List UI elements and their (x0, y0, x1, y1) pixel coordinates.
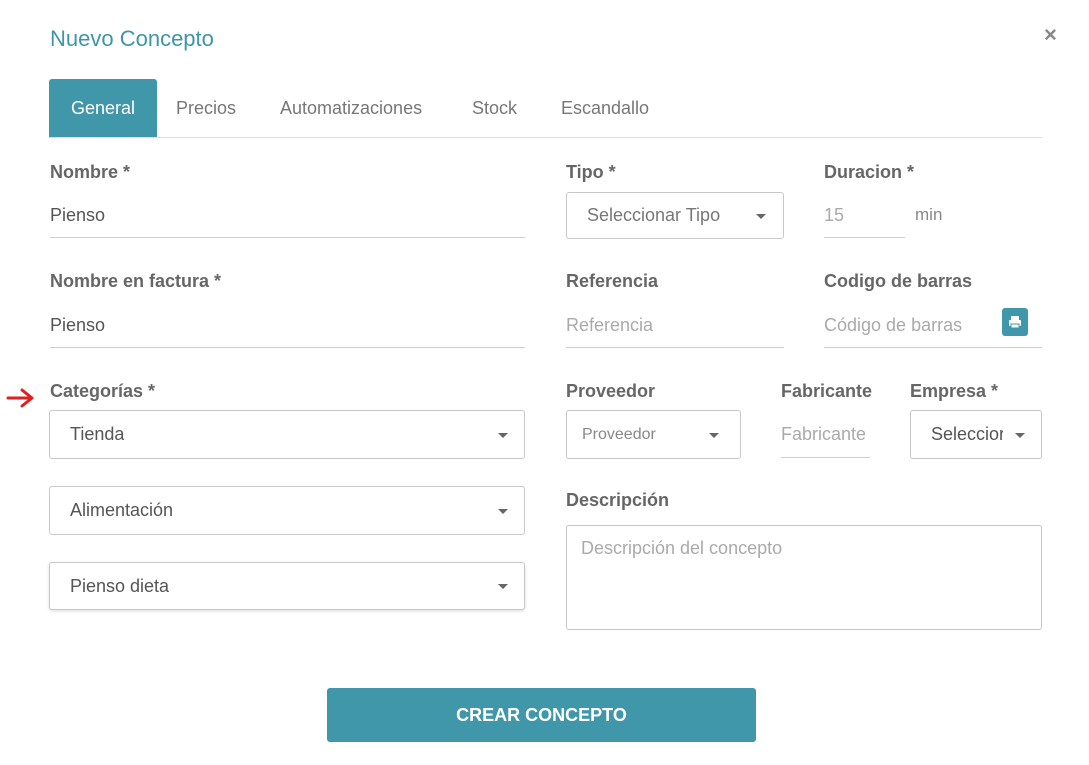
crear-concepto-button[interactable]: CREAR CONCEPTO (327, 688, 756, 742)
categoria-select-1-value: Tienda (70, 424, 125, 444)
empresa-select[interactable]: Seleccior (910, 410, 1042, 459)
referencia-input[interactable]: Referencia (566, 306, 784, 348)
tipo-select[interactable]: Seleccionar Tipo (566, 192, 784, 239)
proveedor-select-value: Proveedor (582, 426, 656, 443)
categoria-select-3[interactable]: Pienso dieta (49, 562, 525, 610)
descripcion-placeholder: Descripción del concepto (581, 538, 783, 558)
arrow-right-icon (6, 388, 34, 408)
modal-title: Nuevo Concepto (50, 26, 214, 51)
tipo-label: Tipo * (566, 162, 616, 182)
duracion-unit: min (915, 205, 943, 224)
tab-bar: General Precios Automatizaciones Stock E… (49, 79, 1042, 138)
categoria-select-3-value: Pienso dieta (70, 576, 170, 596)
categoria-select-2[interactable]: Alimentación (49, 486, 525, 535)
codigo-barras-placeholder: Código de barras (824, 315, 963, 335)
fabricante-placeholder: Fabricante (781, 424, 867, 444)
descripcion-textarea[interactable]: Descripción del concepto (566, 525, 1042, 630)
tab-precios[interactable]: Precios (176, 79, 236, 137)
empresa-select-value: Seleccior (931, 424, 1003, 444)
chevron-down-icon (498, 509, 508, 514)
referencia-placeholder: Referencia (566, 315, 654, 335)
chevron-down-icon (709, 433, 719, 438)
tab-general[interactable]: General (49, 79, 158, 137)
empresa-label: Empresa * (910, 381, 999, 401)
categorias-label: Categorías * (50, 381, 156, 401)
fabricante-input[interactable]: Fabricante (781, 415, 870, 458)
nombre-factura-label: Nombre en factura * (50, 271, 222, 291)
chevron-down-icon (498, 584, 508, 589)
fabricante-label: Fabricante (781, 381, 873, 401)
nombre-value: Pienso (50, 205, 106, 225)
duracion-placeholder: 15 (824, 205, 845, 225)
tab-stock[interactable]: Stock (472, 79, 517, 137)
chevron-down-icon (498, 433, 508, 438)
referencia-label: Referencia (566, 271, 659, 291)
duracion-label: Duracion * (824, 162, 915, 182)
nombre-factura-input[interactable]: Pienso (50, 306, 525, 348)
descripcion-label: Descripción (566, 490, 670, 510)
tab-automatizaciones[interactable]: Automatizaciones (280, 79, 422, 137)
nombre-factura-value: Pienso (50, 315, 106, 335)
proveedor-label: Proveedor (566, 381, 656, 401)
nombre-label: Nombre * (50, 162, 131, 182)
categoria-select-1[interactable]: Tienda (49, 410, 525, 459)
tipo-select-value: Seleccionar Tipo (587, 205, 721, 225)
codigo-barras-label: Codigo de barras (824, 271, 973, 291)
print-barcode-button[interactable] (1002, 308, 1028, 336)
close-icon[interactable]: × (1044, 24, 1057, 46)
duracion-input[interactable]: 15 (824, 196, 905, 238)
proveedor-select[interactable]: Proveedor (566, 410, 741, 459)
tab-escandallo[interactable]: Escandallo (561, 79, 649, 137)
categoria-select-2-value: Alimentación (70, 500, 174, 520)
chevron-down-icon (1015, 433, 1025, 438)
print-icon (1009, 316, 1021, 329)
nombre-input[interactable]: Pienso (50, 196, 525, 238)
chevron-down-icon (756, 214, 766, 219)
